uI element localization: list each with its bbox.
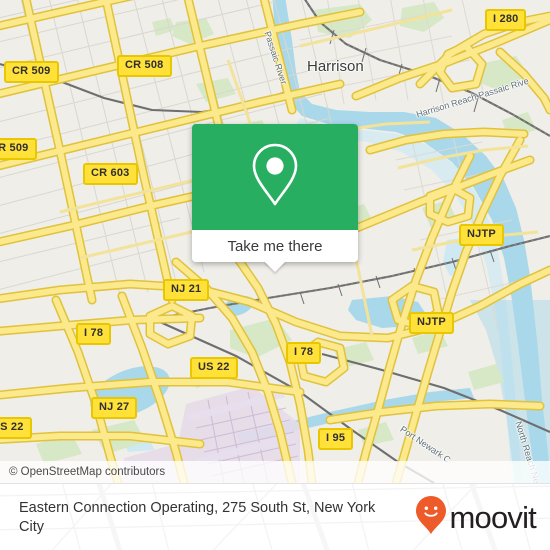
map-pin-icon [248,141,302,214]
openstreetmap-attribution[interactable]: © OpenStreetMap contributors [0,466,165,478]
moovit-logo[interactable]: moovit [416,496,537,539]
moovit-map-screenshot: CR 509 CR 508 CR 603 I 280 CR 509 NJ 21 … [0,0,550,550]
road-shield: US 22 [190,357,238,379]
location-popup-card[interactable]: Take me there [192,124,358,272]
footer-bar: Eastern Connection Operating, 275 South … [0,483,550,550]
location-caption: Eastern Connection Operating, 275 South … [19,499,376,535]
popup-action-bar[interactable]: Take me there [192,230,358,262]
road-shield: NJ 21 [163,279,210,301]
road-shield: NJTP [409,312,454,334]
road-shield: I 95 [318,428,354,450]
place-label-harrison: Harrison [307,58,364,75]
road-shield: I 78 [286,342,322,364]
map-attribution-bar: © OpenStreetMap contributors [0,461,550,483]
footer-content: Eastern Connection Operating, 275 South … [0,484,550,550]
road-shield: CR 509 [0,138,37,160]
popup-pointer-tail [264,261,286,272]
moovit-pin-icon [416,496,447,539]
road-shield: CR 603 [83,163,138,185]
road-shield: I 78 [76,323,112,345]
moovit-wordmark: moovit [449,500,536,535]
road-shield: NJ 27 [91,397,138,419]
road-shield: CR 509 [4,61,59,83]
take-me-there-label: Take me there [227,237,323,255]
road-shield: CR 508 [117,55,172,77]
road-shield: US 22 [0,417,32,439]
road-shield: NJTP [459,224,504,246]
popup-header [192,124,358,230]
map-canvas[interactable]: CR 509 CR 508 CR 603 I 280 CR 509 NJ 21 … [0,0,550,483]
road-shield: I 280 [485,9,527,31]
